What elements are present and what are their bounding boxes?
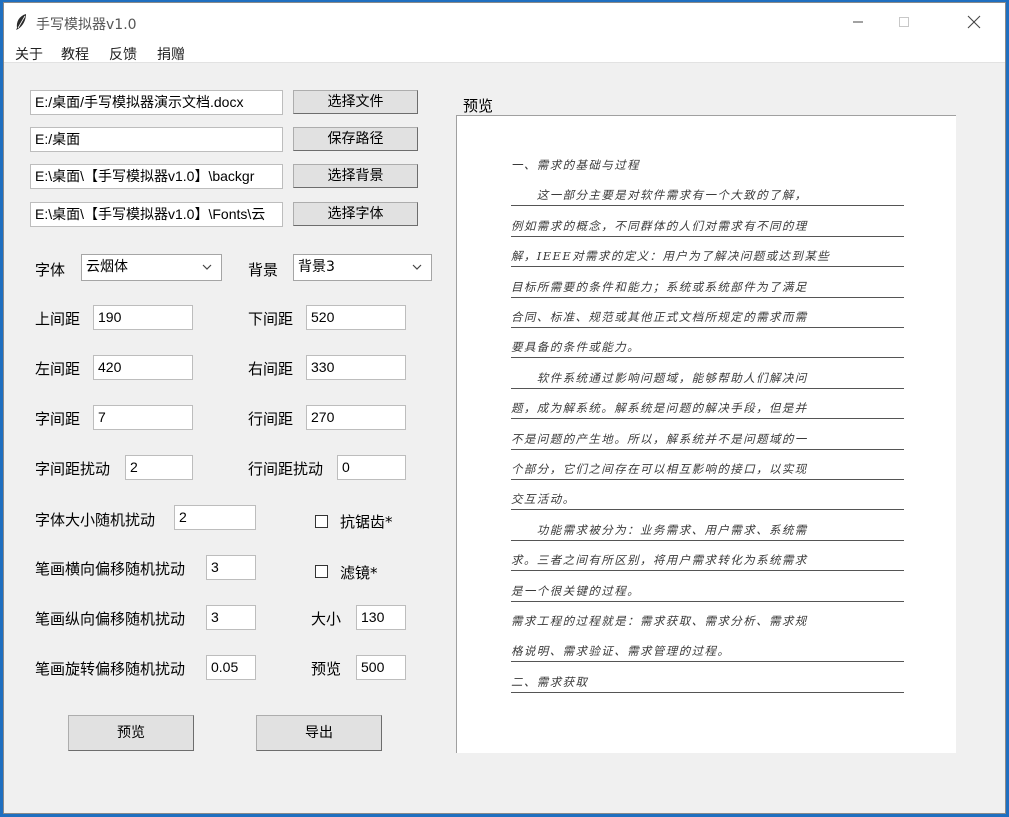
line-spacing-input[interactable]: 270: [306, 405, 406, 430]
stroke-h-jitter-input[interactable]: 3: [206, 555, 256, 580]
stroke-h-jitter-label: 笔画横向偏移随机扰动: [35, 560, 186, 578]
title-bar: 手写模拟器v1.0: [4, 3, 1005, 41]
menu-bar: 关于 教程 反馈 捐赠: [4, 41, 1005, 63]
menu-tutorial[interactable]: 教程: [61, 44, 89, 64]
stroke-rot-jitter-input[interactable]: 0.05: [206, 655, 256, 680]
save-path-input[interactable]: E:/桌面: [30, 127, 283, 152]
char-spacing-input[interactable]: 7: [93, 405, 193, 430]
preview-line: 解，IEEE对需求的定义：用户为了解决问题或达到某些: [511, 247, 904, 267]
preview-res-label: 预览: [311, 660, 342, 678]
font-size-jitter-input[interactable]: 2: [174, 505, 256, 530]
menu-donate[interactable]: 捐赠: [157, 44, 185, 64]
left-margin-label: 左间距: [35, 360, 81, 378]
preview-line: 这一部分主要是对软件需求有一个大致的了解，: [511, 186, 904, 206]
preview-button[interactable]: 预览: [68, 715, 194, 751]
preview-line: 目标所需要的条件和能力；系统或系统部件为了满足: [511, 278, 904, 298]
handwriting-preview: 一、需求的基础与过程 这一部分主要是对软件需求有一个大致的了解， 例如需求的概念…: [456, 115, 956, 753]
preview-line: 格说明、需求验证、需求管理的过程。: [511, 642, 904, 662]
right-margin-label: 右间距: [248, 360, 294, 378]
background-path-input[interactable]: E:\桌面\【手写模拟器v1.0】\backgr: [30, 164, 283, 189]
bottom-margin-input[interactable]: 520: [306, 305, 406, 330]
save-path-button[interactable]: 保存路径: [293, 127, 418, 151]
feather-icon: [13, 13, 29, 31]
font-label: 字体: [35, 261, 66, 279]
preview-line: 例如需求的概念，不同群体的人们对需求有不同的理: [511, 217, 904, 237]
export-button[interactable]: 导出: [256, 715, 382, 751]
line-spacing-label: 行间距: [248, 410, 294, 428]
chevron-down-icon: [411, 261, 423, 278]
preview-line: 合同、标准、规范或其他正式文档所规定的需求而需: [511, 308, 904, 328]
preview-line: 不是问题的产生地。所以，解系统并不是问题域的一: [511, 430, 904, 450]
preview-res-input[interactable]: 500: [356, 655, 406, 680]
preview-line: 需求工程的过程就是：需求获取、需求分析、需求规: [511, 614, 808, 628]
filter-label[interactable]: 滤镜*: [340, 562, 378, 583]
choose-background-button[interactable]: 选择背景: [293, 164, 418, 188]
font-path-input[interactable]: E:\桌面\【手写模拟器v1.0】\Fonts\云: [30, 202, 283, 227]
preview-line: 求。三者之间有所区别，将用户需求转化为系统需求: [511, 551, 904, 571]
stroke-v-jitter-input[interactable]: 3: [206, 605, 256, 630]
app-window: 手写模拟器v1.0 关于 教程 反馈 捐赠 E:/桌面/手写模拟器演示文档.do…: [3, 2, 1006, 814]
menu-feedback[interactable]: 反馈: [109, 44, 137, 64]
preview-line: 交互活动。: [511, 490, 904, 510]
font-select[interactable]: 云烟体: [81, 254, 222, 281]
top-margin-label: 上间距: [35, 310, 81, 328]
preview-line: 二、需求获取: [511, 673, 904, 693]
preview-line: 要具备的条件或能力。: [511, 338, 904, 358]
filter-checkbox[interactable]: [315, 565, 328, 578]
preview-line: 个部分，它们之间存在可以相互影响的接口，以实现: [511, 460, 904, 480]
right-margin-input[interactable]: 330: [306, 355, 406, 380]
window-title: 手写模拟器v1.0: [36, 17, 137, 33]
maximize-button[interactable]: [881, 3, 927, 41]
left-margin-input[interactable]: 420: [93, 355, 193, 380]
bottom-margin-label: 下间距: [248, 310, 294, 328]
stroke-v-jitter-label: 笔画纵向偏移随机扰动: [35, 610, 186, 628]
antialias-label[interactable]: 抗锯齿*: [340, 511, 393, 532]
antialias-checkbox[interactable]: [315, 515, 328, 528]
font-select-value: 云烟体: [86, 259, 128, 275]
menu-about[interactable]: 关于: [15, 44, 43, 64]
preview-line: 软件系统通过影响问题域，能够帮助人们解决问: [511, 369, 904, 389]
document-path-input[interactable]: E:/桌面/手写模拟器演示文档.docx: [30, 90, 283, 115]
char-spacing-jitter-label: 字间距扰动: [35, 460, 111, 478]
background-select[interactable]: 背景3: [293, 254, 432, 281]
preview-line: 功能需求被分为：业务需求、用户需求、系统需: [511, 521, 904, 541]
line-spacing-jitter-input[interactable]: 0: [337, 455, 406, 480]
choose-font-button[interactable]: 选择字体: [293, 202, 418, 226]
preview-line: 一、需求的基础与过程: [511, 158, 640, 172]
size-input[interactable]: 130: [356, 605, 406, 630]
top-margin-input[interactable]: 190: [93, 305, 193, 330]
char-spacing-label: 字间距: [35, 410, 81, 428]
preview-line: 是一个很关键的过程。: [511, 582, 904, 602]
size-label: 大小: [311, 610, 342, 628]
preview-pane-label: 预览: [463, 97, 494, 115]
stroke-rot-jitter-label: 笔画旋转偏移随机扰动: [35, 660, 186, 678]
background-label: 背景: [248, 261, 279, 279]
chevron-down-icon: [201, 261, 213, 278]
choose-file-button[interactable]: 选择文件: [293, 90, 418, 114]
font-size-jitter-label: 字体大小随机扰动: [35, 511, 156, 529]
close-button[interactable]: [951, 3, 997, 41]
char-spacing-jitter-input[interactable]: 2: [125, 455, 193, 480]
preview-line: 题，成为解系统。解系统是问题的解决手段，但是并: [511, 399, 904, 419]
background-select-value: 背景3: [298, 259, 335, 275]
minimize-button[interactable]: [835, 3, 881, 41]
line-spacing-jitter-label: 行间距扰动: [248, 460, 324, 478]
